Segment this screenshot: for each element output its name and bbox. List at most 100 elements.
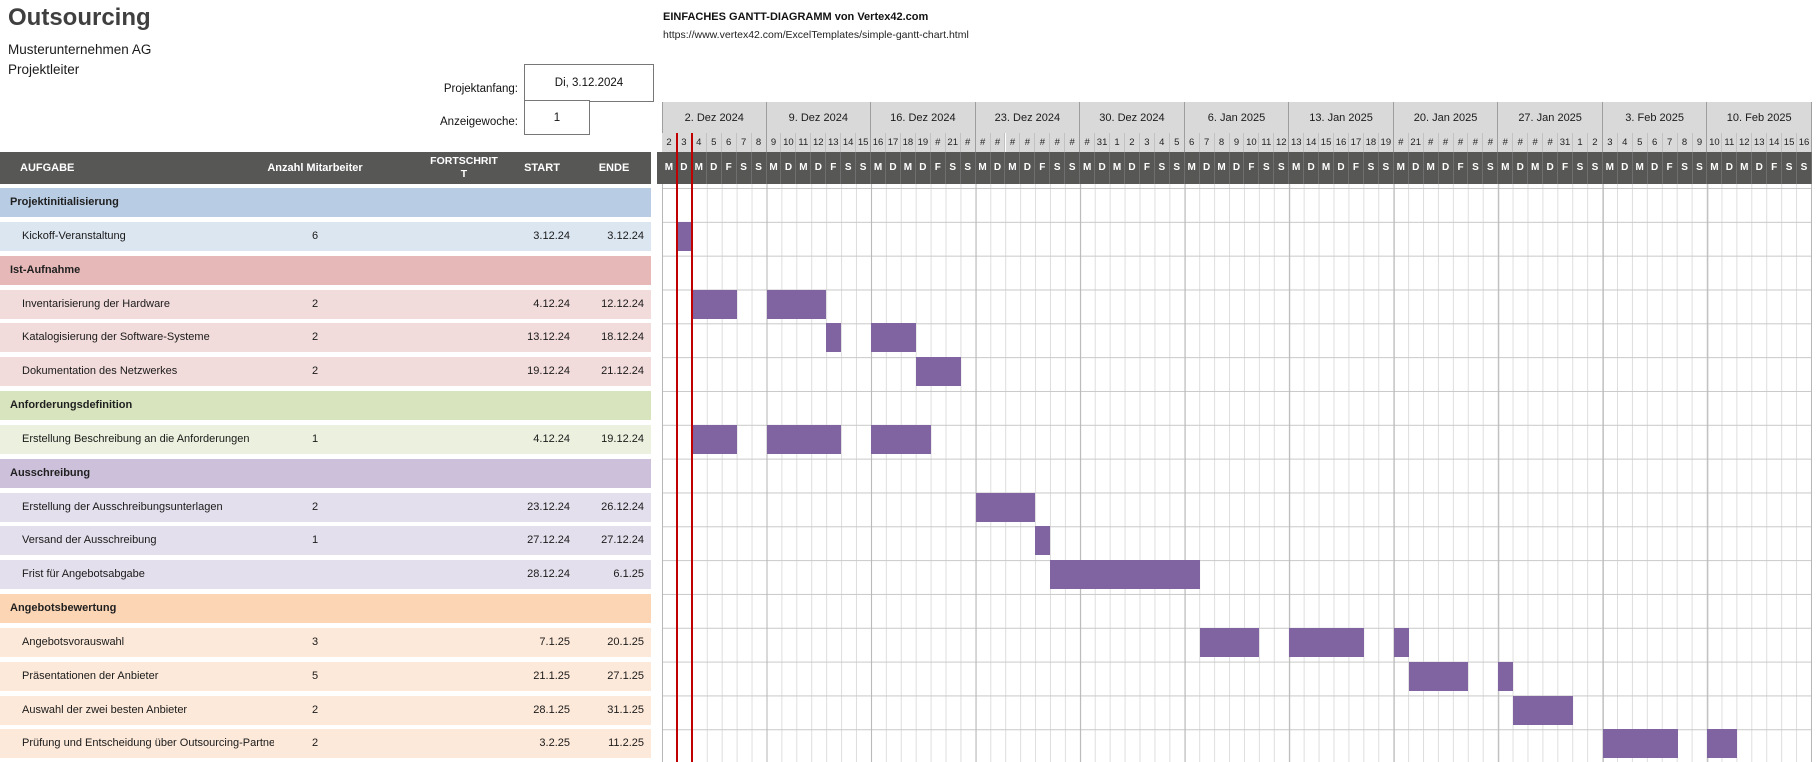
end-date-cell[interactable]: 6.1.25 xyxy=(576,560,644,589)
task-name-cell[interactable]: Angebotsvorauswahl xyxy=(22,628,274,657)
workers-cell[interactable]: 2 xyxy=(260,493,370,522)
gantt-bar[interactable] xyxy=(976,493,1036,522)
end-date-cell[interactable]: 27.1.25 xyxy=(576,662,644,691)
task-row[interactable]: Angebotsvorauswahl3 7.1.2520.1.25 xyxy=(0,628,651,657)
group-name-cell[interactable]: Anforderungsdefinition xyxy=(10,391,410,420)
end-date-cell[interactable]: 19.12.24 xyxy=(576,425,644,454)
gantt-bar[interactable] xyxy=(692,290,737,319)
end-date-cell[interactable]: 21.12.24 xyxy=(576,357,644,386)
gantt-bar[interactable] xyxy=(1394,628,1409,657)
group-row[interactable]: Ausschreibung xyxy=(0,459,651,488)
group-row[interactable]: Angebotsbewertung xyxy=(0,594,651,623)
start-date-cell[interactable]: 13.12.24 xyxy=(500,323,570,352)
display-week-input[interactable]: 1 xyxy=(524,100,590,135)
day-number-cell: 17 xyxy=(886,133,901,152)
start-date-cell[interactable]: 28.1.25 xyxy=(500,696,570,725)
start-date-cell[interactable]: 3.2.25 xyxy=(500,729,570,758)
task-row[interactable]: Inventarisierung der Hardware2 4.12.2412.… xyxy=(0,290,651,319)
gantt-bar[interactable] xyxy=(1035,526,1050,555)
task-name-cell[interactable]: Erstellung der Ausschreibungsunterlagen xyxy=(22,493,274,522)
workers-cell[interactable]: 2 xyxy=(260,696,370,725)
start-date-cell[interactable]: 4.12.24 xyxy=(500,290,570,319)
task-name-cell[interactable]: Prüfung und Entscheidung über Outsourcin… xyxy=(22,729,274,758)
workers-cell[interactable]: 2 xyxy=(260,323,370,352)
start-date-cell[interactable]: 7.1.25 xyxy=(500,628,570,657)
end-date-cell[interactable]: 27.12.24 xyxy=(576,526,644,555)
day-letter-cell: D xyxy=(1648,152,1663,184)
gantt-bar[interactable] xyxy=(692,425,737,454)
end-date-cell[interactable]: 12.12.24 xyxy=(576,290,644,319)
start-date-cell[interactable]: 27.12.24 xyxy=(500,526,570,555)
workers-cell[interactable]: 2 xyxy=(260,357,370,386)
task-row[interactable]: Dokumentation des Netzwerkes2 19.12.2421.… xyxy=(0,357,651,386)
task-name-cell[interactable]: Kickoff-Veranstaltung xyxy=(22,222,274,251)
gantt-bar[interactable] xyxy=(1200,628,1260,657)
workers-cell[interactable]: 5 xyxy=(260,662,370,691)
gantt-bar[interactable] xyxy=(767,290,827,319)
group-name-cell[interactable]: Projektinitialisierung xyxy=(10,188,410,217)
project-start-input[interactable]: Di, 3.12.2024 xyxy=(524,64,654,102)
task-name-cell[interactable]: Inventarisierung der Hardware xyxy=(22,290,274,319)
end-date-cell[interactable]: 18.12.24 xyxy=(576,323,644,352)
workers-cell[interactable]: 2 xyxy=(260,290,370,319)
task-name-cell[interactable]: Präsentationen der Anbieter xyxy=(22,662,274,691)
gantt-bar[interactable] xyxy=(871,323,916,352)
day-letter-cell: S xyxy=(841,152,856,184)
group-row[interactable]: Projektinitialisierung xyxy=(0,188,651,217)
task-row[interactable]: Kickoff-Veranstaltung6 3.12.243.12.24 xyxy=(0,222,651,251)
workers-cell[interactable]: 2 xyxy=(260,729,370,758)
group-row[interactable]: Anforderungsdefinition xyxy=(0,391,651,420)
task-row[interactable]: Katalogisierung der Software-Systeme2 13.… xyxy=(0,323,651,352)
end-date-cell[interactable]: 3.12.24 xyxy=(576,222,644,251)
task-row[interactable]: Frist für Angebotsabgabe 28.12.246.1.25 xyxy=(0,560,651,589)
task-row[interactable]: Erstellung der Ausschreibungsunterlagen2… xyxy=(0,493,651,522)
task-name-cell[interactable]: Katalogisierung der Software-Systeme xyxy=(22,323,274,352)
gantt-bar[interactable] xyxy=(1603,729,1678,758)
gantt-bar[interactable] xyxy=(1409,662,1469,691)
start-date-cell[interactable]: 28.12.24 xyxy=(500,560,570,589)
gantt-bar[interactable] xyxy=(1498,662,1513,691)
template-credit-title: EINFACHES GANTT-DIAGRAMM von Vertex42.co… xyxy=(663,11,928,23)
start-date-cell[interactable]: 21.1.25 xyxy=(500,662,570,691)
gantt-bar[interactable] xyxy=(1513,696,1573,725)
day-number-cell: 11 xyxy=(796,133,811,152)
template-credit-url[interactable]: https://www.vertex42.com/ExcelTemplates/… xyxy=(663,29,969,41)
gantt-bar[interactable] xyxy=(767,425,842,454)
gantt-bar[interactable] xyxy=(871,425,931,454)
group-name-cell[interactable]: Ist-Aufnahme xyxy=(10,256,410,285)
gantt-bar[interactable] xyxy=(916,357,961,386)
task-row[interactable]: Erstellung Beschreibung an die Anforderu… xyxy=(0,425,651,454)
end-date-cell[interactable]: 31.1.25 xyxy=(576,696,644,725)
gantt-bar[interactable] xyxy=(1289,628,1364,657)
workers-cell[interactable]: 1 xyxy=(260,526,370,555)
task-row[interactable]: Prüfung und Entscheidung über Outsourcin… xyxy=(0,729,651,758)
task-name-cell[interactable]: Versand der Ausschreibung xyxy=(22,526,274,555)
start-date-cell[interactable]: 3.12.24 xyxy=(500,222,570,251)
start-date-cell[interactable]: 4.12.24 xyxy=(500,425,570,454)
end-date-cell[interactable]: 26.12.24 xyxy=(576,493,644,522)
group-name-cell[interactable]: Angebotsbewertung xyxy=(10,594,410,623)
end-date-cell[interactable]: 20.1.25 xyxy=(576,628,644,657)
task-row[interactable]: Versand der Ausschreibung1 27.12.2427.12.… xyxy=(0,526,651,555)
gantt-bar[interactable] xyxy=(677,222,692,251)
workers-cell[interactable]: 6 xyxy=(260,222,370,251)
task-name-cell[interactable]: Erstellung Beschreibung an die Anforderu… xyxy=(22,425,274,454)
gantt-bar[interactable] xyxy=(826,323,841,352)
gantt-bar[interactable] xyxy=(1707,729,1737,758)
workers-cell[interactable]: 3 xyxy=(260,628,370,657)
task-name-cell[interactable]: Dokumentation des Netzwerkes xyxy=(22,357,274,386)
group-name-cell[interactable]: Ausschreibung xyxy=(10,459,410,488)
gantt-bar[interactable] xyxy=(1050,560,1199,589)
end-date-cell[interactable]: 11.2.25 xyxy=(576,729,644,758)
task-name-cell[interactable]: Auswahl der zwei besten Anbieter xyxy=(22,696,274,725)
start-date-cell[interactable]: 23.12.24 xyxy=(500,493,570,522)
workers-cell[interactable]: 1 xyxy=(260,425,370,454)
task-row[interactable]: Präsentationen der Anbieter5 21.1.2527.1.… xyxy=(0,662,651,691)
task-row[interactable]: Auswahl der zwei besten Anbieter2 28.1.25… xyxy=(0,696,651,725)
workers-cell[interactable] xyxy=(260,560,370,589)
group-row[interactable]: Ist-Aufnahme xyxy=(0,256,651,285)
start-date-cell[interactable]: 19.12.24 xyxy=(500,357,570,386)
task-name-cell[interactable]: Frist für Angebotsabgabe xyxy=(22,560,274,589)
week-header-cell: 20. Jan 2025 xyxy=(1394,102,1499,133)
day-number-cell: 5 xyxy=(1170,133,1185,152)
